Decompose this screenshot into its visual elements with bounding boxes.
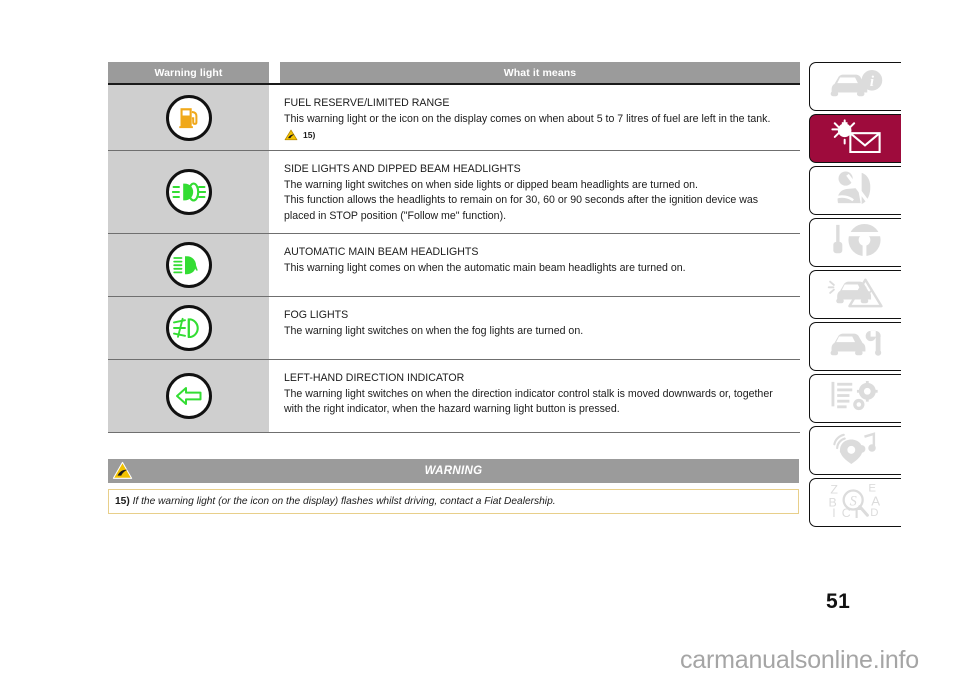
svg-text:Z: Z — [830, 482, 838, 496]
sidebar-item-in-an-emergency[interactable] — [809, 270, 901, 319]
row-title: LEFT-HAND DIRECTION INDICATOR — [284, 372, 465, 384]
sidebar-item-alphabetical-index[interactable]: Z B I C T E A D S — [809, 478, 901, 527]
table-row: A AUTOMATIC MAIN BEAM HEADLIGHTS This wa… — [108, 234, 800, 297]
car-info-icon: i — [827, 69, 885, 104]
warning-callout: WARNING 15) If the warning light (or the… — [108, 459, 799, 514]
sidebar-item-safety[interactable] — [809, 166, 901, 215]
table-header-row: Warning light What it means — [108, 62, 800, 83]
page-number: 51 — [826, 590, 851, 613]
row-gap — [269, 234, 280, 296]
chapter-tab-sidebar: i Z B I C T E A D S — [809, 62, 901, 530]
row-gap — [269, 85, 280, 150]
fuel-pump-warning-light-icon — [165, 94, 212, 141]
warning-lights-table: Warning light What it means FUEL RESERVE… — [108, 62, 800, 433]
footnote-reference: 15) — [284, 129, 796, 141]
column-header-what-it-means: What it means — [280, 62, 800, 83]
svg-text:A: A — [189, 259, 198, 273]
sidebar-item-maintenance-and-care[interactable] — [809, 322, 901, 371]
row-body-line-1: This warning light or the icon on the di… — [284, 112, 771, 125]
warning-lights-messages-icon — [827, 119, 885, 158]
alphabetical-index-icon: Z B I C T E A D S — [826, 481, 886, 524]
row-body-line-3: placed in STOP position ("Follow me" fun… — [284, 209, 507, 222]
left-direction-indicator-warning-light-icon — [165, 373, 212, 419]
row-title: AUTOMATIC MAIN BEAM HEADLIGHTS — [284, 246, 479, 258]
description-cell: FOG LIGHTS The warning light switches on… — [280, 297, 800, 359]
description-cell: LEFT-HAND DIRECTION INDICATOR The warnin… — [280, 360, 800, 432]
row-body-line-1: This warning light comes on when the aut… — [284, 261, 686, 274]
svg-text:I: I — [832, 506, 835, 519]
description-cell: FUEL RESERVE/LIMITED RANGE This warning … — [280, 85, 800, 150]
row-body-line-2: with the right indicator, when the hazar… — [284, 403, 620, 415]
car-maintenance-icon — [828, 328, 884, 365]
table-row: FUEL RESERVE/LIMITED RANGE This warning … — [108, 85, 800, 151]
row-title: SIDE LIGHTS AND DIPPED BEAM HEADLIGHTS — [284, 163, 521, 175]
table-row: FOG LIGHTS The warning light switches on… — [108, 297, 800, 360]
row-body-line-2: This function allows the headlights to r… — [284, 194, 759, 206]
sidebar-item-technical-specifications[interactable] — [809, 374, 901, 423]
warning-light-cell — [108, 360, 269, 432]
svg-text:S: S — [849, 494, 856, 510]
svg-text:E: E — [868, 482, 876, 494]
column-header-gap — [269, 62, 280, 83]
warning-light-cell — [108, 151, 269, 233]
row-gap — [269, 297, 280, 359]
row-title: FUEL RESERVE/LIMITED RANGE — [284, 97, 450, 109]
warning-bar: WARNING — [108, 459, 799, 483]
site-watermark: carmanualsonline.info — [680, 646, 920, 674]
sidebar-item-multimedia[interactable] — [809, 426, 901, 475]
technical-specifications-icon — [829, 380, 883, 417]
row-title: FOG LIGHTS — [284, 309, 349, 321]
description-cell: AUTOMATIC MAIN BEAM HEADLIGHTS This warn… — [280, 234, 800, 296]
sidebar-item-starting-and-driving[interactable] — [809, 218, 901, 267]
key-steering-wheel-icon — [828, 223, 884, 262]
sidebar-item-dashboard-and-controls[interactable]: i — [809, 62, 901, 111]
table-row: SIDE LIGHTS AND DIPPED BEAM HEADLIGHTS T… — [108, 151, 800, 234]
manual-page: Warning light What it means FUEL RESERVE… — [0, 0, 960, 679]
description-cell: SIDE LIGHTS AND DIPPED BEAM HEADLIGHTS T… — [280, 151, 800, 233]
warning-note-box: 15) If the warning light (or the icon on… — [108, 489, 799, 514]
warning-bar-label: WARNING — [424, 465, 483, 477]
row-gap — [269, 360, 280, 432]
yellow-triangle-warning-icon — [112, 461, 133, 485]
multimedia-icon — [830, 432, 882, 469]
warning-note-text: 15) If the warning light (or the icon on… — [115, 496, 556, 507]
sidebar-item-warning-lights-and-messages[interactable] — [809, 114, 901, 163]
emergency-hazard-icon — [827, 276, 885, 313]
footnote-number: 15) — [303, 130, 316, 140]
yellow-triangle-warning-icon — [284, 129, 298, 141]
warning-note-number: 15) — [115, 496, 130, 507]
table-row: LEFT-HAND DIRECTION INDICATOR The warnin… — [108, 360, 800, 433]
svg-text:D: D — [870, 507, 878, 519]
warning-light-cell: A — [108, 234, 269, 296]
warning-light-cell — [108, 297, 269, 359]
side-lights-dipped-beam-warning-light-icon — [165, 169, 212, 215]
column-header-warning-light: Warning light — [108, 62, 269, 83]
fog-lights-warning-light-icon — [165, 305, 212, 351]
row-body-line-1: The warning light switches on when the f… — [284, 324, 584, 337]
passenger-safety-icon — [830, 171, 882, 210]
row-body-line-1: The warning light switches on when the d… — [284, 387, 773, 400]
row-body-line-1: The warning light switches on when side … — [284, 178, 698, 191]
automatic-main-beam-warning-light-icon: A — [165, 242, 212, 288]
row-gap — [269, 151, 280, 233]
warning-note-sentence: If the warning light (or the icon on the… — [132, 496, 556, 507]
warning-light-cell — [108, 85, 269, 150]
